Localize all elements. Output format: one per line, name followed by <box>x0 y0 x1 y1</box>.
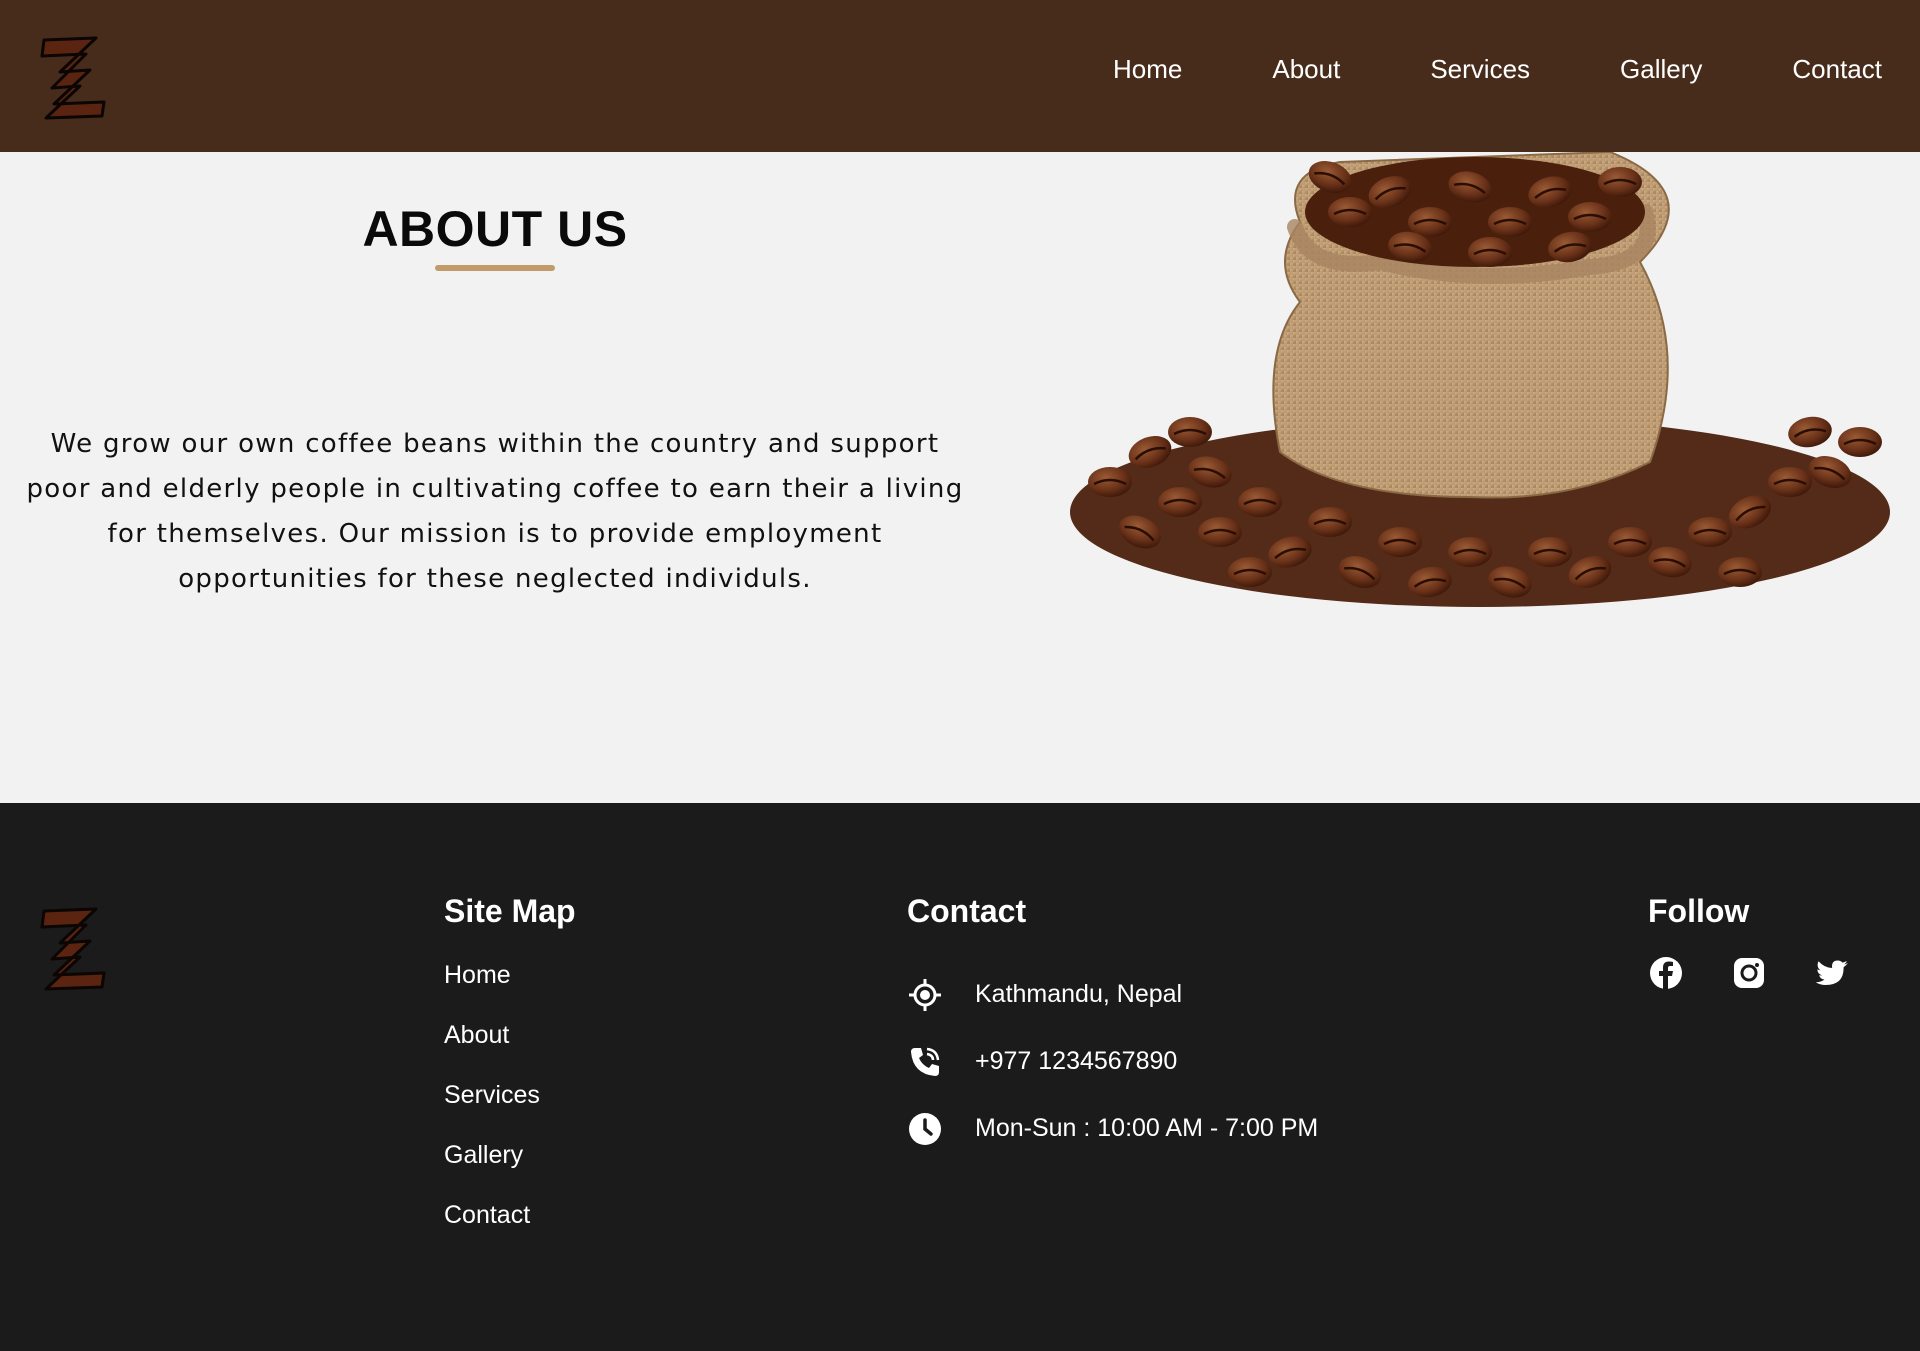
contact-location-row: Kathmandu, Nepal <box>907 961 1318 1028</box>
title-underline <box>435 265 555 271</box>
footer-link-home[interactable]: Home <box>444 961 540 1021</box>
sitemap-list: Home About Services Gallery Contact <box>444 961 540 1261</box>
about-section: ABOUT US We grow our own coffee beans wi… <box>0 152 1920 803</box>
contact-phone-row: +977 1234567890 <box>907 1028 1318 1095</box>
main-nav: Home About Services Gallery Contact <box>1113 54 1882 85</box>
location-target-icon <box>907 977 943 1013</box>
social-links <box>1648 955 1897 991</box>
footer-link-services[interactable]: Services <box>444 1081 540 1141</box>
instagram-icon[interactable] <box>1731 955 1767 991</box>
footer-link-contact[interactable]: Contact <box>444 1201 540 1261</box>
twitter-icon[interactable] <box>1814 955 1850 991</box>
about-description: We grow our own coffee beans within the … <box>26 429 964 594</box>
contact-hours-row: Mon-Sun : 10:00 AM - 7:00 PM <box>907 1095 1318 1162</box>
coffee-sack-image <box>1070 152 1890 607</box>
footer-link-about[interactable]: About <box>444 1021 540 1081</box>
brand-logo[interactable] <box>38 32 108 122</box>
site-header: Home About Services Gallery Contact <box>0 0 1920 152</box>
sitemap-title: Site Map <box>444 893 576 929</box>
contact-title: Contact <box>907 893 1027 929</box>
footer-link-gallery[interactable]: Gallery <box>444 1141 540 1201</box>
about-title: ABOUT US <box>362 201 628 257</box>
facebook-icon[interactable] <box>1648 955 1684 991</box>
contact-list: Kathmandu, Nepal +977 1234567890 Mon-Sun… <box>907 961 1318 1162</box>
nav-contact[interactable]: Contact <box>1792 54 1882 85</box>
contact-location: Kathmandu, Nepal <box>975 980 1183 1008</box>
contact-phone[interactable]: +977 1234567890 <box>975 1047 1177 1076</box>
nav-home[interactable]: Home <box>1113 54 1182 85</box>
nav-about[interactable]: About <box>1272 54 1340 85</box>
phone-icon <box>907 1044 943 1080</box>
contact-hours: Mon-Sun : 10:00 AM - 7:00 PM <box>975 1114 1319 1142</box>
site-footer: Site Map Home About Services Gallery Con… <box>0 803 1920 1351</box>
clock-icon <box>907 1111 943 1147</box>
nav-services[interactable]: Services <box>1430 54 1530 85</box>
footer-logo[interactable] <box>38 903 108 993</box>
nav-gallery[interactable]: Gallery <box>1620 54 1702 85</box>
follow-title: Follow <box>1648 893 1750 929</box>
